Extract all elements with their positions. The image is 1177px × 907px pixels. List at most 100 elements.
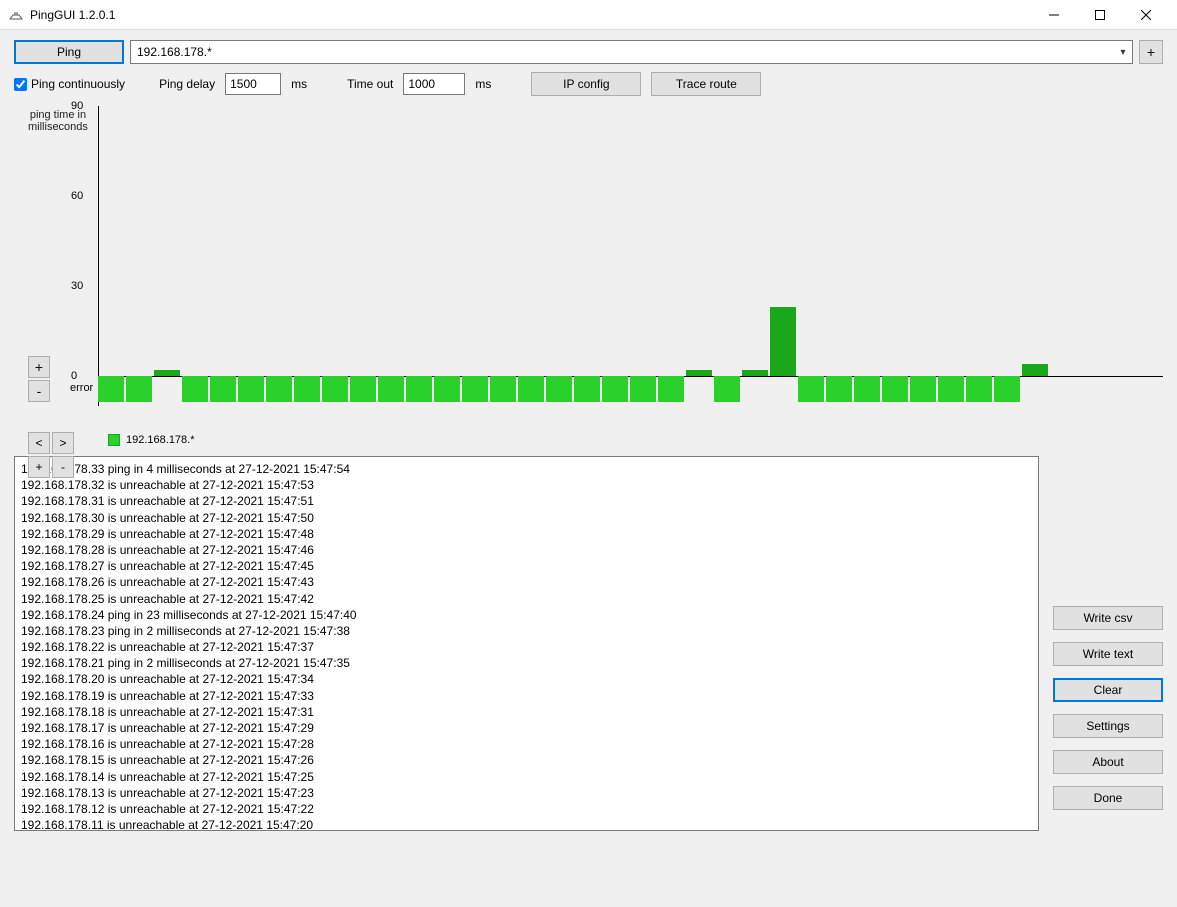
ip-config-button[interactable]: IP config bbox=[531, 72, 641, 96]
y-tick: 30 bbox=[71, 280, 83, 292]
y-tick: 90 bbox=[71, 100, 83, 112]
add-address-button[interactable]: + bbox=[1139, 40, 1163, 64]
ping-delay-label: Ping delay bbox=[159, 77, 215, 91]
ping-bar bbox=[182, 376, 208, 402]
ping-bar bbox=[966, 376, 992, 402]
clear-button[interactable]: Clear bbox=[1053, 678, 1163, 702]
ping-bar bbox=[350, 376, 376, 402]
ping-bar bbox=[854, 376, 880, 402]
ping-bar bbox=[882, 376, 908, 402]
timeout-input[interactable] bbox=[403, 73, 465, 95]
log-line[interactable]: 192.168.178.20 is unreachable at 27-12-2… bbox=[21, 671, 1032, 687]
ping-bar bbox=[742, 370, 768, 376]
ping-bar bbox=[266, 376, 292, 402]
ping-bar bbox=[378, 376, 404, 402]
legend-swatch bbox=[108, 434, 120, 446]
log-line[interactable]: 192.168.178.23 ping in 2 milliseconds at… bbox=[21, 623, 1032, 639]
log-line[interactable]: 192.168.178.30 is unreachable at 27-12-2… bbox=[21, 510, 1032, 526]
ping-chart: ping time inmilliseconds 0306090 error +… bbox=[14, 106, 1163, 446]
address-input[interactable] bbox=[131, 41, 1114, 63]
ping-bar bbox=[910, 376, 936, 402]
x-zoom-in-button[interactable]: + bbox=[28, 456, 50, 478]
close-button[interactable] bbox=[1123, 0, 1169, 30]
ping-bar bbox=[406, 376, 432, 402]
ping-bar bbox=[518, 376, 544, 402]
log-line[interactable]: 192.168.178.29 is unreachable at 27-12-2… bbox=[21, 526, 1032, 542]
log-line[interactable]: 192.168.178.25 is unreachable at 27-12-2… bbox=[21, 591, 1032, 607]
ping-bar bbox=[826, 376, 852, 402]
log-line[interactable]: 192.168.178.12 is unreachable at 27-12-2… bbox=[21, 801, 1032, 817]
log-line[interactable]: 192.168.178.11 is unreachable at 27-12-2… bbox=[21, 817, 1032, 831]
ping-continuously-input[interactable] bbox=[14, 78, 27, 91]
app-icon bbox=[8, 7, 24, 23]
error-label: error bbox=[70, 382, 93, 394]
ms-label-1: ms bbox=[291, 77, 307, 91]
ping-bar bbox=[1022, 364, 1048, 376]
ping-delay-input[interactable] bbox=[225, 73, 281, 95]
scroll-left-button[interactable]: < bbox=[28, 432, 50, 454]
ping-bar bbox=[210, 376, 236, 402]
ping-bar bbox=[686, 370, 712, 376]
log-line[interactable]: 192.168.178.22 is unreachable at 27-12-2… bbox=[21, 639, 1032, 655]
about-button[interactable]: About bbox=[1053, 750, 1163, 774]
legend-label: 192.168.178.* bbox=[126, 434, 195, 446]
ping-bar bbox=[714, 376, 740, 402]
ping-bar bbox=[994, 376, 1020, 402]
settings-button[interactable]: Settings bbox=[1053, 714, 1163, 738]
y-zoom-out-button[interactable]: - bbox=[28, 380, 50, 402]
log-line[interactable]: 192.168.178.14 is unreachable at 27-12-2… bbox=[21, 769, 1032, 785]
ping-bar bbox=[938, 376, 964, 402]
ping-bar bbox=[574, 376, 600, 402]
log-line[interactable]: 192.168.178.13 is unreachable at 27-12-2… bbox=[21, 785, 1032, 801]
log-line[interactable]: 192.168.178.17 is unreachable at 27-12-2… bbox=[21, 720, 1032, 736]
chart-legend: 192.168.178.* bbox=[108, 434, 195, 446]
ping-continuously-checkbox[interactable]: Ping continuously bbox=[14, 77, 125, 91]
window-title: PingGUI 1.2.0.1 bbox=[30, 8, 115, 22]
ping-bar bbox=[238, 376, 264, 402]
ping-bar bbox=[154, 370, 180, 376]
log-line[interactable]: 192.168.178.19 is unreachable at 27-12-2… bbox=[21, 688, 1032, 704]
ms-label-2: ms bbox=[475, 77, 491, 91]
log-line[interactable]: 192.168.178.21 ping in 2 milliseconds at… bbox=[21, 655, 1032, 671]
log-line[interactable]: 192.168.178.16 is unreachable at 27-12-2… bbox=[21, 736, 1032, 752]
done-button[interactable]: Done bbox=[1053, 786, 1163, 810]
log-listbox[interactable]: 192.168.178.33 ping in 4 milliseconds at… bbox=[14, 456, 1039, 831]
ping-bar bbox=[770, 307, 796, 376]
titlebar: PingGUI 1.2.0.1 bbox=[0, 0, 1177, 30]
maximize-button[interactable] bbox=[1077, 0, 1123, 30]
trace-route-button[interactable]: Trace route bbox=[651, 72, 761, 96]
log-line[interactable]: 192.168.178.31 is unreachable at 27-12-2… bbox=[21, 493, 1032, 509]
ping-continuously-label: Ping continuously bbox=[31, 77, 125, 91]
write-text-button[interactable]: Write text bbox=[1053, 642, 1163, 666]
log-line[interactable]: 192.168.178.24 ping in 23 milliseconds a… bbox=[21, 607, 1032, 623]
x-zoom-out-button[interactable]: - bbox=[52, 456, 74, 478]
timeout-label: Time out bbox=[347, 77, 393, 91]
log-line[interactable]: 192.168.178.27 is unreachable at 27-12-2… bbox=[21, 558, 1032, 574]
ping-bar bbox=[462, 376, 488, 402]
y-tick: 0 bbox=[71, 370, 77, 382]
chevron-down-icon[interactable]: ▾ bbox=[1114, 41, 1132, 63]
log-line[interactable]: 192.168.178.32 is unreachable at 27-12-2… bbox=[21, 477, 1032, 493]
ping-button[interactable]: Ping bbox=[14, 40, 124, 64]
minimize-button[interactable] bbox=[1031, 0, 1077, 30]
ping-bar bbox=[98, 376, 124, 402]
ping-bar bbox=[602, 376, 628, 402]
log-line[interactable]: 192.168.178.18 is unreachable at 27-12-2… bbox=[21, 704, 1032, 720]
y-axis-label: ping time inmilliseconds bbox=[28, 109, 88, 133]
scroll-right-button[interactable]: > bbox=[52, 432, 74, 454]
y-tick: 60 bbox=[71, 190, 83, 202]
write-csv-button[interactable]: Write csv bbox=[1053, 606, 1163, 630]
ping-bar bbox=[490, 376, 516, 402]
ping-bar bbox=[658, 376, 684, 402]
ping-bar bbox=[434, 376, 460, 402]
ping-bar bbox=[798, 376, 824, 402]
ping-bar bbox=[630, 376, 656, 402]
log-line[interactable]: 192.168.178.15 is unreachable at 27-12-2… bbox=[21, 752, 1032, 768]
log-line[interactable]: 192.168.178.26 is unreachable at 27-12-2… bbox=[21, 574, 1032, 590]
address-combobox[interactable]: ▾ bbox=[130, 40, 1133, 64]
y-zoom-in-button[interactable]: + bbox=[28, 356, 50, 378]
log-line[interactable]: 192.168.178.33 ping in 4 milliseconds at… bbox=[21, 461, 1032, 477]
bars-container bbox=[98, 106, 1163, 406]
ping-bar bbox=[546, 376, 572, 402]
log-line[interactable]: 192.168.178.28 is unreachable at 27-12-2… bbox=[21, 542, 1032, 558]
